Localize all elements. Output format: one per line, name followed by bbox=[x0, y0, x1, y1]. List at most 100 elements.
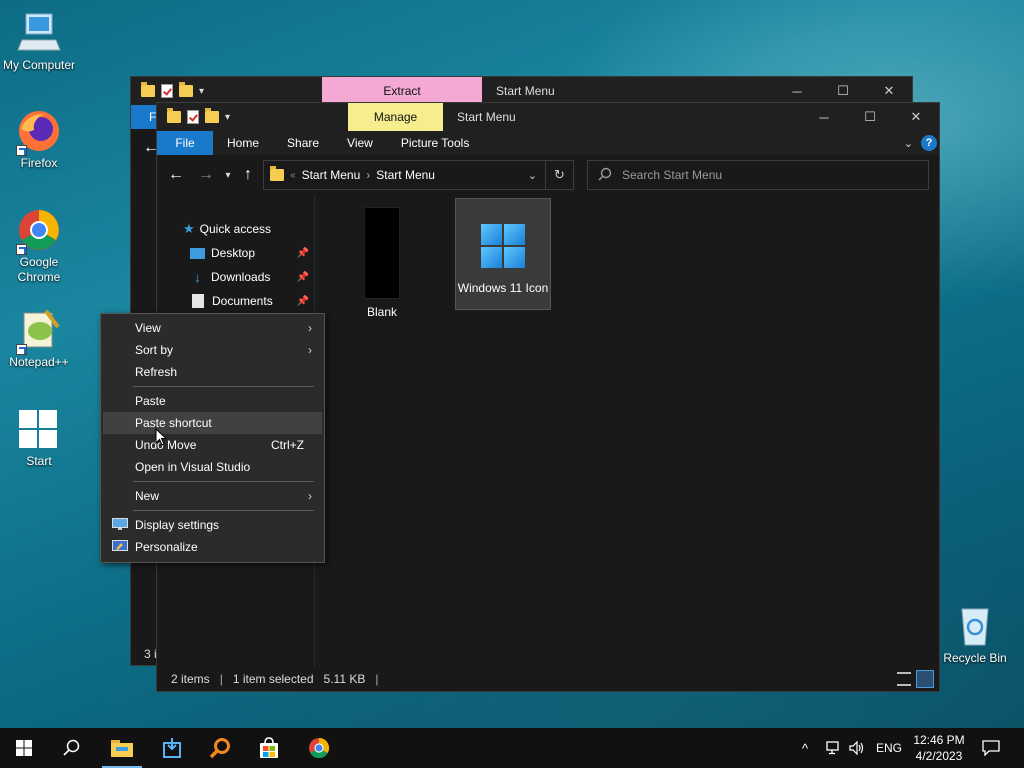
language-indicator[interactable]: ENG bbox=[876, 728, 902, 768]
file-name: Blank bbox=[366, 305, 398, 319]
close-button[interactable]: ✕ bbox=[866, 77, 912, 105]
nav-item-downloads[interactable]: ↓ Downloads 📌 bbox=[157, 265, 315, 289]
menu-item-view[interactable]: View › bbox=[103, 317, 322, 339]
ribbon-expand-chevron-icon[interactable]: ⌄ bbox=[904, 137, 913, 150]
taskbar-app-installer[interactable] bbox=[148, 728, 196, 768]
up-button[interactable]: ↑ bbox=[235, 166, 261, 184]
tab-share[interactable]: Share bbox=[273, 131, 333, 155]
item-count: 2 items bbox=[171, 672, 210, 686]
taskbar-microsoft-store[interactable] bbox=[245, 728, 293, 768]
help-icon[interactable]: ? bbox=[921, 135, 937, 151]
desktop-icon-firefox[interactable]: Firefox bbox=[1, 108, 77, 171]
menu-item-label: Paste bbox=[135, 394, 166, 408]
address-dropdown-chevron-icon[interactable]: ⌄ bbox=[528, 169, 537, 182]
new-folder-icon[interactable] bbox=[205, 108, 219, 123]
status-bar: 2 items | 1 item selected 5.11 KB | bbox=[157, 667, 939, 691]
folder-icon[interactable] bbox=[141, 82, 155, 97]
selection-size: 5.11 KB bbox=[323, 672, 366, 686]
menu-item-sort-by[interactable]: Sort by › bbox=[103, 339, 322, 361]
recent-locations-chevron-icon[interactable]: ▾ bbox=[221, 170, 235, 181]
breadcrumb-item[interactable]: Start Menu bbox=[302, 168, 361, 182]
maximize-button[interactable]: ☐ bbox=[847, 103, 893, 131]
volume-icon[interactable] bbox=[849, 728, 865, 768]
maximize-button[interactable]: ☐ bbox=[820, 77, 866, 105]
menu-item-personalize[interactable]: Personalize bbox=[103, 536, 322, 558]
menu-item-new[interactable]: New › bbox=[103, 485, 322, 507]
properties-icon[interactable] bbox=[187, 110, 199, 124]
windows-logo-icon bbox=[16, 740, 32, 756]
desktop-icon-label: Start bbox=[26, 454, 52, 468]
minimize-button[interactable]: ─ bbox=[774, 77, 820, 105]
menu-item-refresh[interactable]: Refresh bbox=[103, 361, 322, 383]
menu-item-paste[interactable]: Paste bbox=[103, 390, 322, 412]
desktop-icon-label: Notepad++ bbox=[9, 355, 69, 369]
context-menu: View › Sort by › Refresh Paste Paste sho… bbox=[100, 313, 325, 563]
back-button[interactable]: ← bbox=[161, 166, 191, 184]
taskbar-file-explorer[interactable] bbox=[98, 728, 146, 768]
menu-item-paste-shortcut[interactable]: Paste shortcut bbox=[103, 412, 322, 434]
nav-item-documents[interactable]: Documents 📌 bbox=[157, 289, 315, 313]
clock[interactable]: 12:46 PM 4/2/2023 bbox=[912, 728, 966, 768]
nav-item-label: Quick access bbox=[199, 222, 272, 236]
file-name: Windows 11 Icon bbox=[457, 281, 549, 295]
refresh-icon[interactable]: ↻ bbox=[545, 161, 573, 189]
taskbar-search-tool[interactable] bbox=[196, 728, 244, 768]
breadcrumb-separator[interactable]: › bbox=[366, 168, 370, 182]
menu-item-open-in-visual-studio[interactable]: Open in Visual Studio bbox=[103, 456, 322, 478]
network-icon[interactable] bbox=[826, 728, 842, 768]
ribbon-tabs: File Home Share View Picture Tools ⌄ ? bbox=[157, 131, 939, 155]
minimize-button[interactable]: ─ bbox=[801, 103, 847, 131]
notifications-button[interactable] bbox=[982, 728, 1000, 768]
desktop-icon-chrome[interactable]: Google Chrome bbox=[1, 207, 77, 285]
folder-icon[interactable] bbox=[167, 108, 181, 123]
nav-item-desktop[interactable]: Desktop 📌 bbox=[157, 241, 315, 265]
details-view-icon[interactable] bbox=[897, 672, 911, 686]
desktop-icon-start[interactable]: Start bbox=[1, 406, 77, 469]
start-button[interactable] bbox=[0, 728, 48, 768]
menu-item-label: Personalize bbox=[135, 540, 198, 554]
large-icons-view-icon[interactable] bbox=[916, 670, 934, 688]
tab-picture-tools[interactable]: Picture Tools bbox=[387, 131, 483, 155]
file-list[interactable]: Blank Windows 11 Icon bbox=[315, 195, 939, 667]
desktop-icon-notepadpp[interactable]: Notepad++ bbox=[1, 307, 77, 370]
submenu-chevron-icon: › bbox=[308, 321, 312, 335]
show-hidden-icons-button[interactable]: ^ bbox=[802, 728, 808, 768]
nav-item-quick-access[interactable]: ★ Quick access bbox=[157, 217, 315, 241]
tab-home[interactable]: Home bbox=[213, 131, 273, 155]
new-folder-icon[interactable] bbox=[179, 82, 193, 97]
file-item-windows-11-icon[interactable]: Windows 11 Icon bbox=[455, 198, 551, 310]
extract-context-tab[interactable]: Extract bbox=[322, 77, 483, 105]
menu-item-shortcut: Ctrl+Z bbox=[271, 438, 304, 452]
chrome-icon bbox=[16, 207, 62, 255]
menu-item-undo-move[interactable]: Undo Move Ctrl+Z bbox=[103, 434, 322, 456]
search-input[interactable]: Search Start Menu bbox=[587, 160, 929, 190]
titlebar[interactable]: ▾ Extract Start Menu ─ ☐ ✕ bbox=[131, 77, 912, 105]
breadcrumb-item-current[interactable]: Start Menu bbox=[376, 168, 435, 182]
customize-chevron-icon[interactable]: ▾ bbox=[199, 86, 204, 97]
desktop-icon-my-computer[interactable]: My Computer bbox=[1, 10, 77, 73]
customize-chevron-icon[interactable]: ▾ bbox=[225, 112, 230, 123]
search-button[interactable] bbox=[48, 728, 96, 768]
address-bar[interactable]: « Start Menu › Start Menu ⌄ ↻ bbox=[263, 160, 574, 190]
close-button[interactable]: ✕ bbox=[893, 103, 939, 131]
tab-view[interactable]: View bbox=[333, 131, 387, 155]
titlebar[interactable]: ▾ Manage Start Menu ─ ☐ ✕ bbox=[157, 103, 939, 131]
taskbar-chrome[interactable] bbox=[295, 728, 343, 768]
manage-context-tab[interactable]: Manage bbox=[348, 103, 444, 131]
menu-item-label: Open in Visual Studio bbox=[135, 460, 251, 474]
app-installer-icon bbox=[163, 738, 181, 758]
file-item-blank[interactable]: Blank bbox=[355, 207, 409, 319]
status-divider: | bbox=[375, 672, 379, 686]
breadcrumb-overflow[interactable]: « bbox=[290, 170, 296, 181]
forward-button[interactable]: → bbox=[191, 166, 221, 184]
menu-item-label: Paste shortcut bbox=[135, 416, 212, 430]
window-controls: ─ ☐ ✕ bbox=[774, 77, 912, 105]
properties-icon[interactable] bbox=[161, 84, 173, 98]
desktop-icon-recycle-bin[interactable]: Recycle Bin bbox=[937, 603, 1013, 666]
menu-item-display-settings[interactable]: Display settings bbox=[103, 514, 322, 536]
firefox-icon bbox=[16, 108, 62, 156]
tab-file[interactable]: File bbox=[157, 131, 213, 155]
computer-icon bbox=[16, 10, 62, 56]
desktop-icon-label: My Computer bbox=[2, 58, 76, 72]
menu-item-label: Refresh bbox=[135, 365, 178, 379]
